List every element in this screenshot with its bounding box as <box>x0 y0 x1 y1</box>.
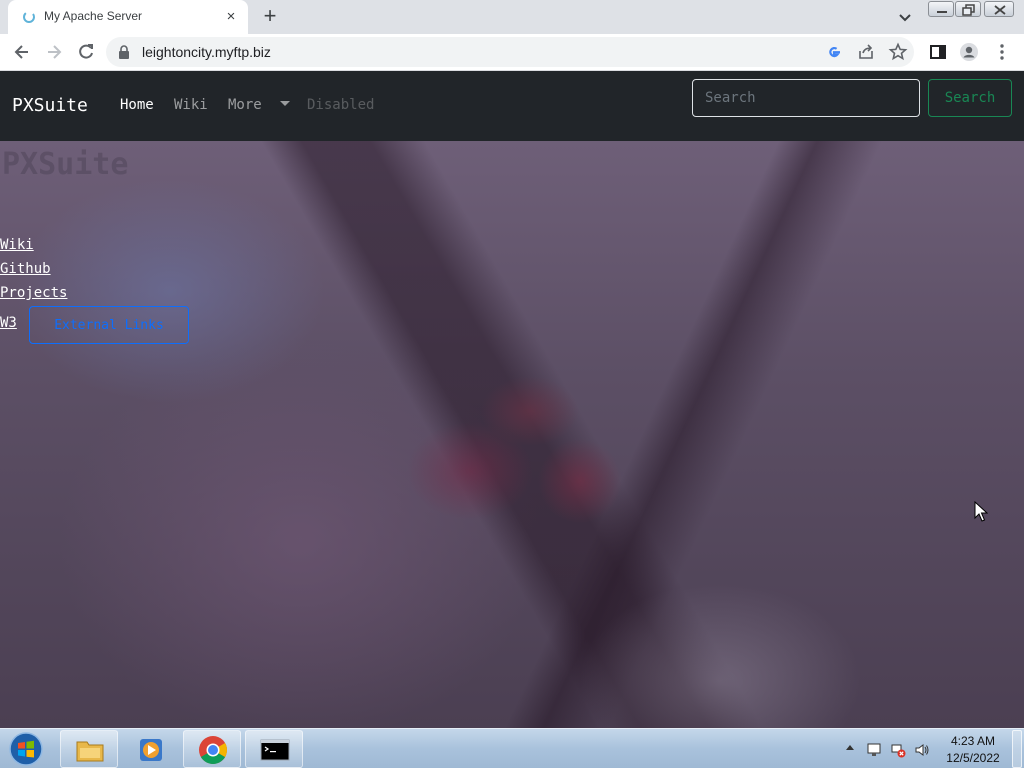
page-link-w3[interactable]: W3 <box>0 315 17 331</box>
window-restore-button[interactable] <box>955 1 981 17</box>
taskbar-app-media-player[interactable] <box>121 730 179 768</box>
tab-search-chevron-icon[interactable] <box>896 8 914 26</box>
browser-toolbar: leightoncity.myftp.biz <box>0 34 1024 71</box>
taskbar-app-chrome[interactable] <box>183 730 241 768</box>
address-bar[interactable]: leightoncity.myftp.biz <box>106 37 914 67</box>
menu-kebab-icon[interactable] <box>992 42 1012 62</box>
url-text[interactable]: leightoncity.myftp.biz <box>142 44 271 60</box>
hero-title: PXSuite <box>2 147 129 182</box>
close-icon <box>994 5 1006 15</box>
taskbar-clock-date[interactable]: 12/5/2022 <box>930 751 1016 765</box>
site-navbar: PXSuite Home Wiki More Disabled Search <box>0 71 1024 141</box>
nav-link-home[interactable]: Home <box>120 97 154 113</box>
search-button[interactable]: Search <box>928 79 1012 117</box>
taskbar-app-command-prompt[interactable] <box>245 730 303 768</box>
loading-favicon-icon <box>23 11 35 23</box>
external-links-button[interactable]: External Links <box>29 306 189 344</box>
reload-icon[interactable] <box>76 42 96 62</box>
taskbar-app-explorer[interactable] <box>60 730 118 768</box>
minimize-icon <box>937 11 947 13</box>
page-link-github[interactable]: Github <box>0 261 51 277</box>
tab-title: My Apache Server <box>44 9 143 23</box>
new-tab-button[interactable]: + <box>258 5 282 29</box>
page-link-projects[interactable]: Projects <box>0 285 67 301</box>
network-disconnected-icon[interactable] <box>890 742 906 758</box>
show-hidden-icons-arrow-icon[interactable] <box>846 745 854 750</box>
windows-taskbar: 4:23 AM 12/5/2022 <box>0 728 1024 768</box>
web-page: PXSuite Home Wiki More Disabled Search P… <box>0 71 1024 728</box>
forward-arrow-icon[interactable] <box>44 42 64 62</box>
cherry-blossom-background <box>0 141 1024 728</box>
dropdown-caret-icon[interactable] <box>280 101 290 106</box>
google-icon[interactable] <box>824 42 844 62</box>
restore-icon <box>962 4 975 16</box>
window-close-button[interactable] <box>984 1 1014 17</box>
nav-dropdown-more[interactable]: More <box>228 97 262 113</box>
show-desktop-button[interactable] <box>1012 730 1022 768</box>
search-input[interactable] <box>692 79 920 117</box>
media-player-icon <box>140 739 162 761</box>
mouse-pointer-icon <box>974 501 988 522</box>
folder-icon <box>76 741 104 762</box>
chrome-icon <box>199 736 227 764</box>
profile-avatar-icon[interactable] <box>959 42 979 62</box>
browser-tab-active[interactable]: My Apache Server × <box>8 0 248 34</box>
windows-start-orb-icon[interactable] <box>6 730 46 768</box>
taskbar-clock-time[interactable]: 4:23 AM <box>930 734 1016 748</box>
bookmark-star-icon[interactable] <box>888 42 908 62</box>
tab-close-icon[interactable]: × <box>222 8 240 26</box>
action-center-flag-icon[interactable] <box>866 742 882 758</box>
share-icon[interactable] <box>856 42 876 62</box>
navbar-brand[interactable]: PXSuite <box>12 95 88 116</box>
lock-icon[interactable] <box>118 45 130 59</box>
back-arrow-icon[interactable] <box>12 42 32 62</box>
command-prompt-icon <box>260 739 290 761</box>
nav-link-disabled: Disabled <box>307 97 375 113</box>
page-link-wiki[interactable]: Wiki <box>0 237 34 253</box>
browser-tab-strip: My Apache Server × + <box>0 0 1024 34</box>
volume-speaker-icon[interactable] <box>914 742 930 758</box>
window-minimize-button[interactable] <box>928 1 954 17</box>
nav-link-wiki[interactable]: Wiki <box>174 97 208 113</box>
side-panel-icon[interactable] <box>928 42 948 62</box>
